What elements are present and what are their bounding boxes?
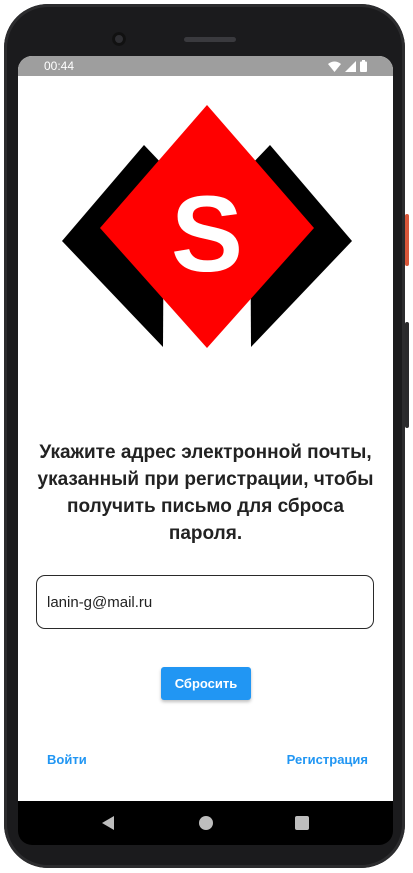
status-time: 00:44 xyxy=(44,59,75,73)
wifi-icon xyxy=(328,61,341,72)
battery-icon xyxy=(360,60,367,72)
instruction-text: Укажите адрес электронной почты, указанн… xyxy=(37,442,374,544)
power-button xyxy=(405,214,409,266)
recents-icon[interactable] xyxy=(292,813,312,833)
front-camera xyxy=(112,32,126,46)
back-icon[interactable] xyxy=(98,813,118,833)
app-logo: S xyxy=(62,105,352,348)
earpiece-speaker xyxy=(184,37,236,42)
home-icon[interactable] xyxy=(196,813,216,833)
status-icons xyxy=(328,60,367,72)
logo-letter: S xyxy=(171,173,243,294)
app-screen: 00:44 S Укажите адрес электронной почты,… xyxy=(18,56,393,801)
volume-button xyxy=(405,322,409,428)
reset-button[interactable]: Сбросить xyxy=(161,667,251,700)
email-field[interactable] xyxy=(36,575,374,629)
status-bar: 00:44 xyxy=(18,56,393,76)
signal-icon xyxy=(345,60,356,72)
register-link[interactable]: Регистрация xyxy=(287,752,368,767)
navigation-bar xyxy=(18,801,393,845)
login-link[interactable]: Войти xyxy=(47,752,87,767)
